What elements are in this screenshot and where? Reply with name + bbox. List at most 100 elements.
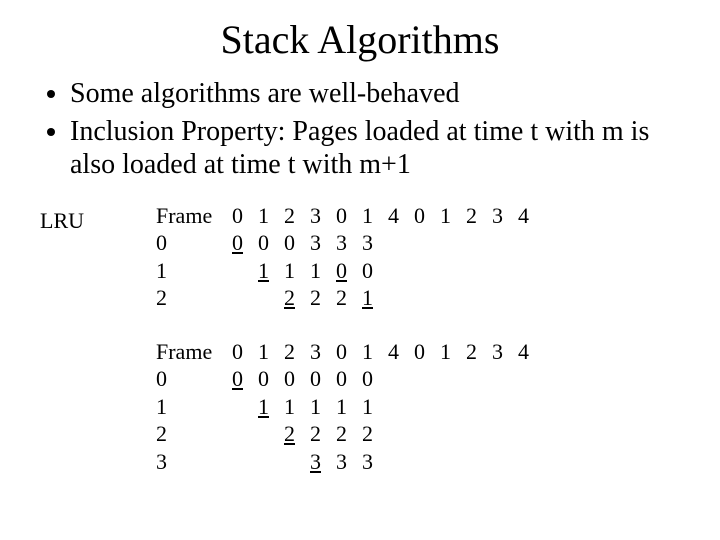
cell-value: 3: [362, 230, 373, 255]
cell: 1: [330, 393, 356, 421]
cell-value: 0: [258, 230, 269, 255]
cell: 3: [330, 229, 356, 257]
cell-value: 0: [232, 230, 243, 255]
cell: 3: [304, 448, 330, 476]
cell-value: 1: [362, 394, 373, 419]
table-row: 0 0 0 0 0 0 0: [150, 365, 538, 393]
cell-value: 1: [336, 394, 347, 419]
ref-cell: 2: [460, 338, 486, 366]
ref-cell: 3: [304, 338, 330, 366]
frame-table-4: Frame 0 1 2 3 0 1 4 0 1 2 3 4 0 0: [150, 338, 538, 476]
cell: 2: [356, 420, 382, 448]
cell: [226, 257, 252, 285]
ref-cell: 3: [304, 202, 330, 230]
ref-cell: 0: [408, 202, 434, 230]
frame-table-3: Frame 0 1 2 3 0 1 4 0 1 2 3 4 0 0: [150, 202, 538, 312]
slide-title: Stack Algorithms: [40, 16, 680, 63]
cell: [252, 448, 278, 476]
ref-cell: 2: [278, 202, 304, 230]
cell-value: 0: [362, 366, 373, 391]
frame-row-label: 2: [150, 284, 226, 312]
cell-value: 1: [258, 394, 269, 419]
cell-value: 0: [284, 366, 295, 391]
cell: [226, 393, 252, 421]
cell: 1: [356, 284, 382, 312]
ref-cell: 1: [434, 338, 460, 366]
cell: 0: [304, 365, 330, 393]
ref-cell: 1: [356, 338, 382, 366]
table-row: 1 1 1 1 1 1: [150, 393, 538, 421]
cell: 1: [304, 393, 330, 421]
cell-value: 2: [362, 421, 373, 446]
cell-value: 1: [310, 258, 321, 283]
bullet-item: Some algorithms are well-behaved: [70, 77, 680, 111]
ref-cell: 1: [252, 338, 278, 366]
content-row: LRU Frame 0 1 2 3 0 1 4 0 1 2 3 4: [40, 202, 680, 476]
cell-value: 3: [336, 449, 347, 474]
cell: 2: [278, 284, 304, 312]
cell: 0: [356, 257, 382, 285]
table-row: 2 2 2 2 1: [150, 284, 538, 312]
cell: 0: [226, 365, 252, 393]
ref-cell: 3: [486, 202, 512, 230]
cell: 2: [278, 420, 304, 448]
cell: [226, 420, 252, 448]
cell: 0: [252, 365, 278, 393]
cell: 1: [304, 257, 330, 285]
bullet-list: Some algorithms are well-behaved Inclusi…: [70, 77, 680, 182]
cell-value: 0: [362, 258, 373, 283]
ref-cell: 2: [278, 338, 304, 366]
cell-value: 0: [284, 230, 295, 255]
ref-cell: 4: [382, 202, 408, 230]
bullet-item: Inclusion Property: Pages loaded at time…: [70, 115, 680, 182]
cell-value: 2: [284, 285, 295, 310]
slide: Stack Algorithms Some algorithms are wel…: [0, 0, 720, 540]
ref-cell: 3: [486, 338, 512, 366]
cell-value: 3: [336, 230, 347, 255]
cell: 0: [226, 229, 252, 257]
table-row: 1 1 1 1 0 0: [150, 257, 538, 285]
table-row: 2 2 2 2 2: [150, 420, 538, 448]
cell-value: 2: [336, 421, 347, 446]
cell-value: 1: [284, 394, 295, 419]
ref-cell: 1: [252, 202, 278, 230]
cell: 0: [252, 229, 278, 257]
ref-cell: 1: [434, 202, 460, 230]
cell-value: 0: [258, 366, 269, 391]
cell: 0: [356, 365, 382, 393]
cell: [226, 448, 252, 476]
cell-value: 3: [310, 449, 321, 474]
cell: [278, 448, 304, 476]
ref-cell: 4: [512, 338, 538, 366]
cell: 2: [304, 284, 330, 312]
cell-value: 0: [336, 366, 347, 391]
cell-value: 0: [310, 366, 321, 391]
cell: 3: [304, 229, 330, 257]
cell: [252, 284, 278, 312]
frame-header: Frame: [150, 202, 226, 230]
cell: 0: [330, 257, 356, 285]
frame-row-label: 0: [150, 229, 226, 257]
cell-value: 3: [362, 449, 373, 474]
ref-cell: 0: [330, 338, 356, 366]
cell: [226, 284, 252, 312]
tables-container: Frame 0 1 2 3 0 1 4 0 1 2 3 4 0 0: [150, 202, 538, 476]
cell: 2: [330, 284, 356, 312]
table-row: 3 3 3 3: [150, 448, 538, 476]
table-row: Frame 0 1 2 3 0 1 4 0 1 2 3 4: [150, 202, 538, 230]
cell-value: 2: [310, 285, 321, 310]
cell-value: 0: [232, 366, 243, 391]
ref-cell: 4: [512, 202, 538, 230]
cell-value: 0: [336, 258, 347, 283]
ref-cell: 0: [226, 338, 252, 366]
frame-row-label: 2: [150, 420, 226, 448]
table-row: 0 0 0 0 3 3 3: [150, 229, 538, 257]
ref-cell: 0: [330, 202, 356, 230]
frame-row-label: 3: [150, 448, 226, 476]
cell-value: 2: [310, 421, 321, 446]
frame-row-label: 0: [150, 365, 226, 393]
cell-value: 1: [258, 258, 269, 283]
cell: 0: [330, 365, 356, 393]
cell: 1: [356, 393, 382, 421]
cell-value: 3: [310, 230, 321, 255]
